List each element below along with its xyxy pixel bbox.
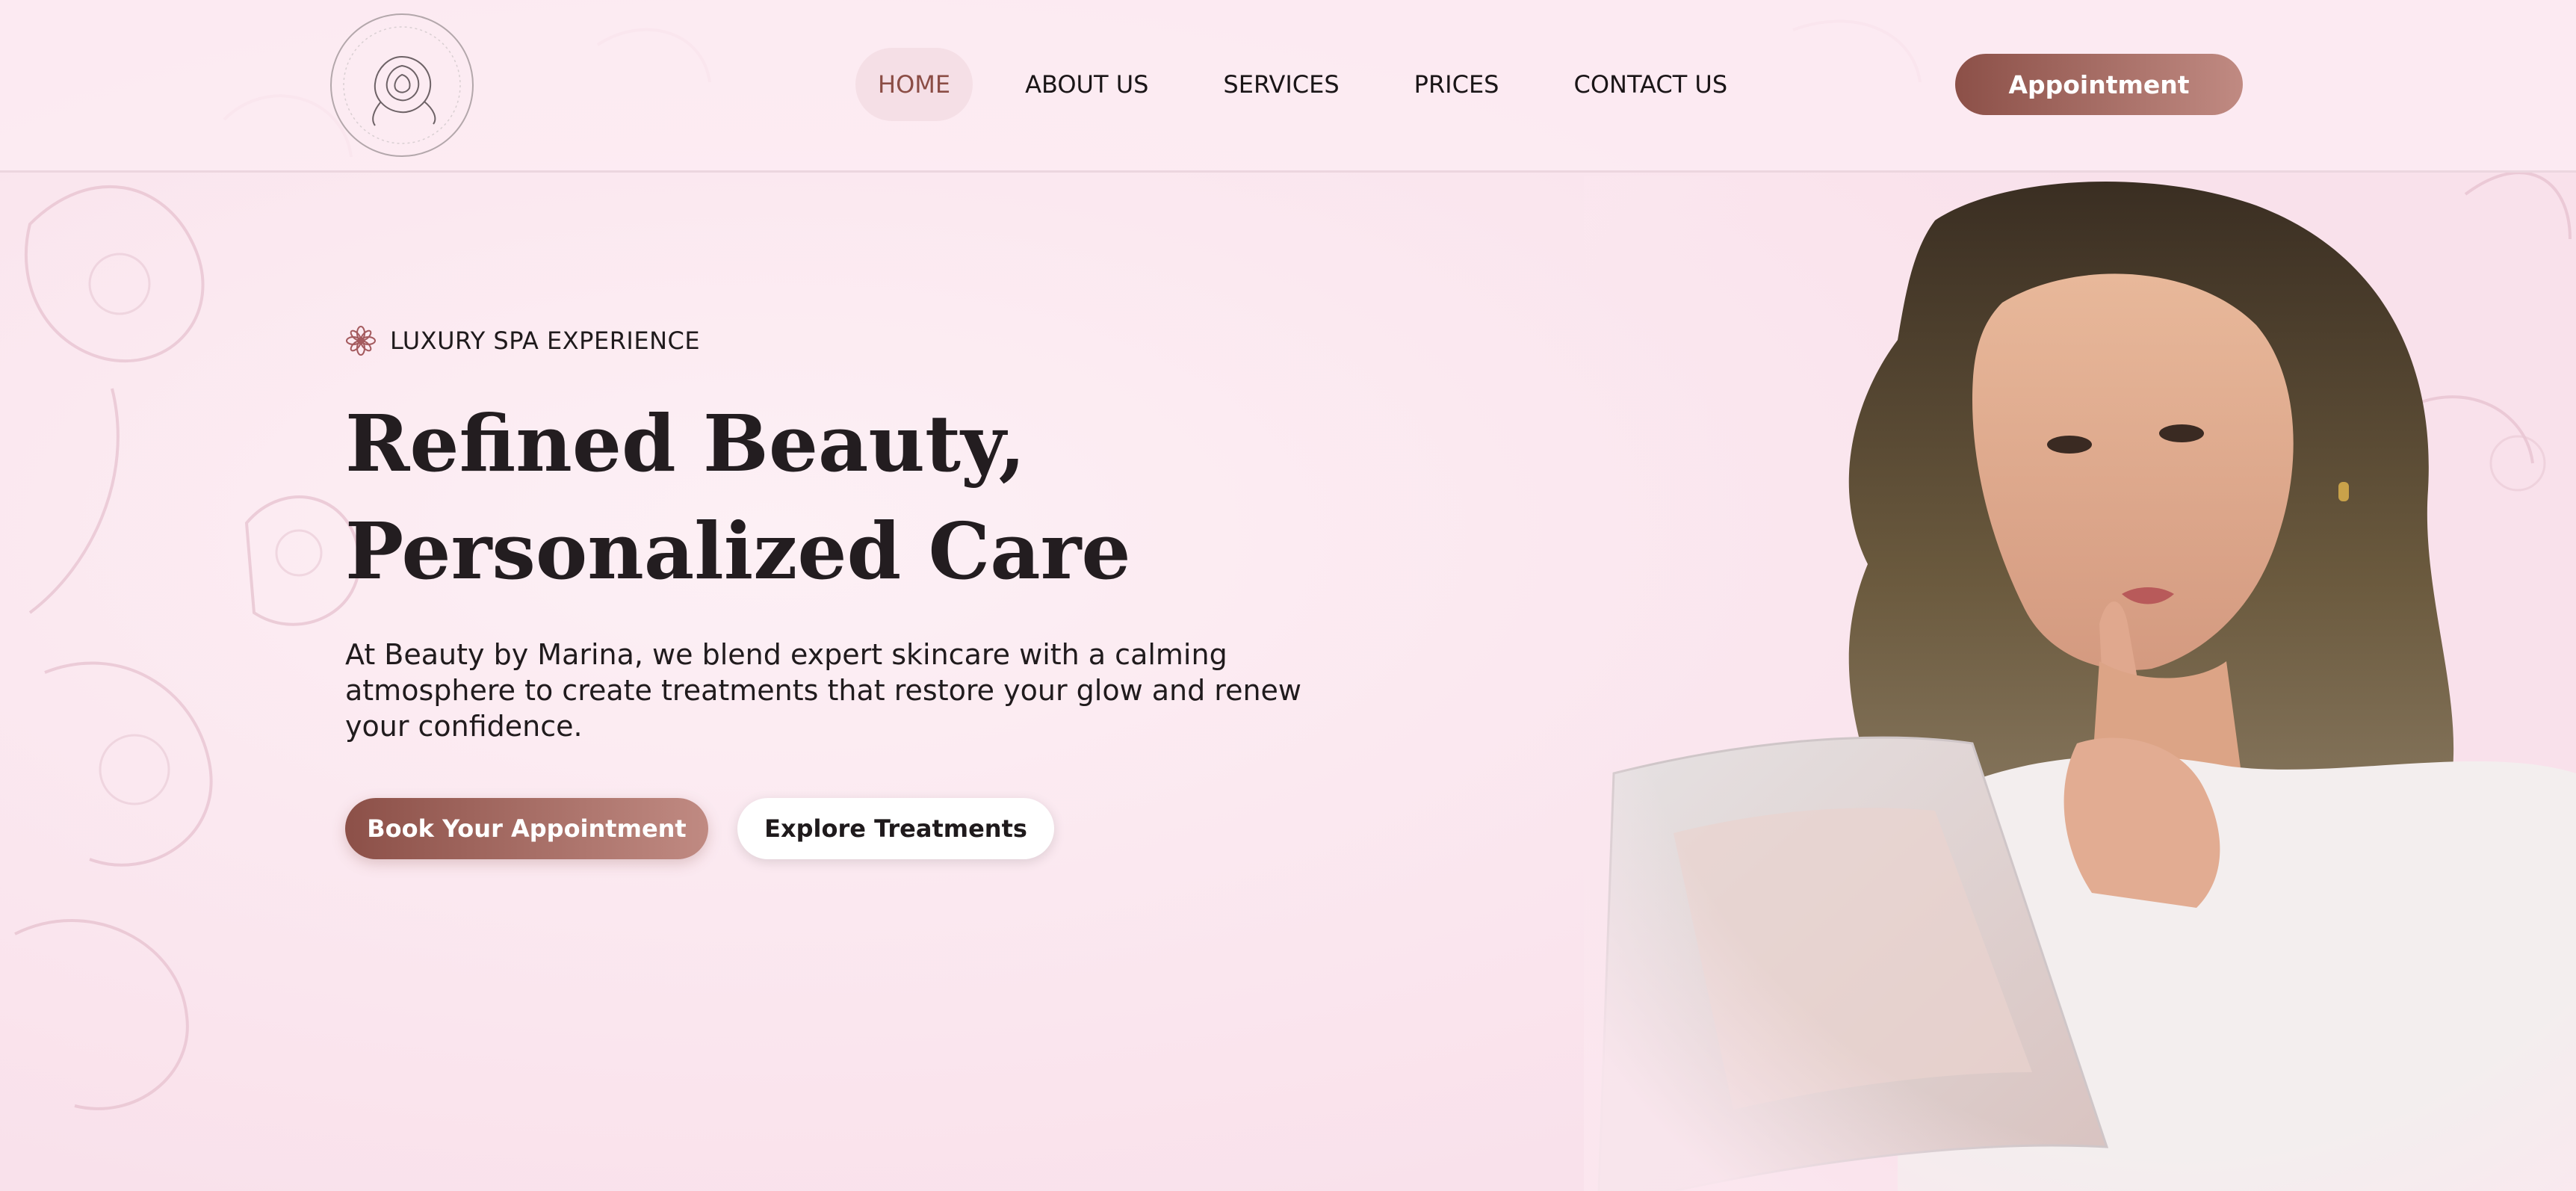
main-navigation: HOME ABOUT US SERVICES PRICES CONTACT US — [855, 48, 1780, 121]
hero-title: Refined Beauty, Personalized Care — [345, 390, 1316, 605]
hero-description: At Beauty by Marina, we blend expert ski… — [345, 638, 1302, 743]
appointment-button[interactable]: Appointment — [1955, 54, 2243, 115]
hero-portrait-image — [1584, 176, 2576, 1191]
nav-item-prices[interactable]: PRICES — [1392, 48, 1522, 121]
site-header: HOME ABOUT US SERVICES PRICES CONTACT US… — [0, 0, 2576, 173]
nav-item-about-us[interactable]: ABOUT US — [1003, 48, 1171, 121]
hero-title-line-2: Personalized Care — [345, 505, 1131, 597]
hero-eyebrow: LUXURY SPA EXPERIENCE — [345, 323, 700, 359]
eyebrow-label: LUXURY SPA EXPERIENCE — [390, 327, 701, 355]
nav-item-home[interactable]: HOME — [855, 48, 973, 121]
explore-treatments-button[interactable]: Explore Treatments — [737, 798, 1054, 859]
rose-logo-icon[interactable] — [329, 12, 475, 158]
hero-title-line-1: Refined Beauty, — [345, 397, 1026, 489]
book-appointment-button[interactable]: Book Your Appointment — [345, 798, 708, 859]
flower-icon — [346, 326, 376, 356]
nav-item-contact-us[interactable]: CONTACT US — [1551, 48, 1750, 121]
nav-item-services[interactable]: SERVICES — [1201, 48, 1361, 121]
